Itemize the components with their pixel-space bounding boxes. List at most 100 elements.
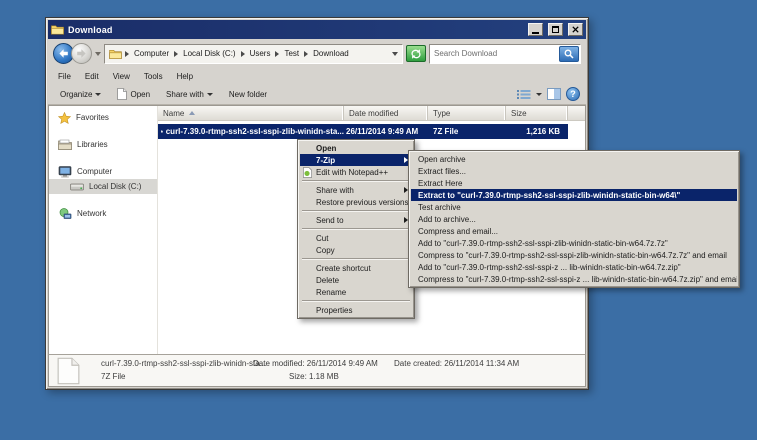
context-menu-item-rename[interactable]: Rename	[300, 286, 412, 298]
breadcrumb-segment-test[interactable]: Test	[282, 49, 301, 58]
menu-help[interactable]: Help	[171, 70, 201, 83]
new-folder-button[interactable]: New folder	[221, 87, 275, 102]
context-menu-item-properties[interactable]: Properties	[300, 304, 412, 316]
breadcrumb-separator-icon	[125, 51, 129, 57]
forward-arrow-icon	[76, 48, 87, 59]
submenu-item-add-to-zip[interactable]: Add to "curl-7.39.0-rtmp-ssh2-ssl-sspi-z…	[411, 261, 737, 273]
column-header-type[interactable]: Type	[428, 106, 506, 120]
context-menu-item-edit-with-notepadpp[interactable]: Edit with Notepad++	[300, 166, 412, 178]
submenu-item-compress-to-zip-and-email[interactable]: Compress to "curl-7.39.0-rtmp-ssh2-ssl-s…	[411, 273, 737, 285]
submenu-item-compress-and-email[interactable]: Compress and email...	[411, 225, 737, 237]
sidebar-item-network[interactable]: Network	[49, 206, 157, 221]
star-icon	[58, 112, 71, 124]
maximize-button[interactable]	[548, 23, 563, 36]
menu-edit[interactable]: Edit	[79, 70, 107, 83]
search-box	[429, 44, 581, 64]
titlebar[interactable]: Download	[48, 20, 586, 39]
submenu-item-extract-files[interactable]: Extract files...	[411, 165, 737, 177]
help-icon[interactable]: ?	[566, 87, 580, 101]
refresh-icon	[409, 48, 423, 60]
breadcrumb[interactable]: Computer Local Disk (C:) Users Test Down…	[104, 44, 403, 64]
preview-pane-icon[interactable]	[547, 88, 561, 100]
context-menu-item-send-to[interactable]: Send to	[300, 214, 412, 226]
menu-file[interactable]: File	[52, 70, 79, 83]
sidebar-label: Favorites	[76, 113, 109, 122]
open-button[interactable]: Open	[109, 85, 158, 103]
chevron-down-icon[interactable]	[536, 93, 542, 96]
submenu-item-open-archive[interactable]: Open archive	[411, 153, 737, 165]
details-file-name: curl-7.39.0-rtmp-ssh2-ssl-sspi-zlib-wini…	[101, 359, 266, 368]
back-arrow-icon	[58, 48, 69, 59]
breadcrumb-segment-local-disk[interactable]: Local Disk (C:)	[181, 49, 237, 58]
breadcrumb-segment-download[interactable]: Download	[311, 49, 351, 58]
menu-separator	[302, 210, 410, 212]
sidebar-item-libraries[interactable]: Libraries	[49, 137, 157, 152]
organize-label: Organize	[60, 90, 92, 99]
details-size: Size: 1.18 MB	[289, 372, 339, 381]
menu-tools[interactable]: Tools	[138, 70, 171, 83]
minimize-button[interactable]	[528, 23, 543, 36]
menu-bar: File Edit View Tools Help	[48, 68, 586, 84]
help-glyph: ?	[570, 89, 576, 99]
context-menu-item-copy[interactable]: Copy	[300, 244, 412, 256]
breadcrumb-separator-icon	[275, 51, 279, 57]
file-icon	[161, 126, 163, 137]
submenu-item-test-archive[interactable]: Test archive	[411, 201, 737, 213]
folder-icon	[109, 49, 122, 59]
menu-separator	[302, 180, 410, 182]
close-button[interactable]	[568, 23, 583, 36]
context-menu-item-open[interactable]: Open	[300, 142, 412, 154]
7zip-submenu: Open archive Extract files... Extract He…	[408, 150, 740, 288]
folder-icon	[51, 24, 64, 35]
history-dropdown-icon[interactable]	[95, 52, 101, 56]
details-date-created: Date created: 26/11/2014 11:34 AM	[394, 359, 519, 368]
search-button[interactable]	[559, 46, 579, 62]
open-label: Open	[130, 90, 150, 99]
column-header-date-modified[interactable]: Date modified	[344, 106, 428, 120]
search-input[interactable]	[431, 49, 559, 58]
details-pane: curl-7.39.0-rtmp-ssh2-ssl-sspi-zlib-wini…	[48, 354, 586, 387]
submenu-item-extract-here[interactable]: Extract Here	[411, 177, 737, 189]
file-date-cell: 26/11/2014 9:49 AM	[344, 127, 428, 136]
menu-view[interactable]: View	[107, 70, 138, 83]
column-header-name[interactable]: Name	[158, 106, 344, 120]
details-date-modified: Date modified: 26/11/2014 9:49 AM	[253, 359, 378, 368]
column-header-size[interactable]: Size	[506, 106, 568, 120]
forward-button[interactable]	[71, 43, 92, 64]
column-header-filler	[568, 106, 585, 120]
context-menu-item-delete[interactable]: Delete	[300, 274, 412, 286]
search-icon	[563, 48, 575, 60]
menu-separator	[302, 228, 410, 230]
breadcrumb-separator-icon	[241, 51, 245, 57]
libraries-icon	[58, 139, 72, 150]
organize-button[interactable]: Organize	[52, 87, 109, 102]
command-toolbar: Organize Open Share with New folder ?	[48, 84, 586, 105]
file-row-selected[interactable]: curl-7.39.0-rtmp-ssh2-ssl-sspi-zlib-wini…	[158, 124, 568, 139]
sidebar-item-local-disk-c[interactable]: Local Disk (C:)	[49, 179, 157, 194]
sidebar-label: Computer	[77, 167, 112, 176]
sidebar-item-favorites[interactable]: Favorites	[49, 110, 157, 125]
window-title: Download	[68, 25, 523, 35]
breadcrumb-segment-users[interactable]: Users	[248, 49, 273, 58]
breadcrumb-dropdown-icon[interactable]	[392, 52, 398, 56]
context-menu-item-share-with[interactable]: Share with	[300, 184, 412, 196]
context-menu-item-cut[interactable]: Cut	[300, 232, 412, 244]
refresh-button[interactable]	[406, 45, 426, 62]
breadcrumb-separator-icon	[304, 51, 308, 57]
context-menu-item-7zip[interactable]: 7-Zip	[300, 154, 412, 166]
context-menu-item-restore-previous-versions[interactable]: Restore previous versions	[300, 196, 412, 208]
file-type-cell: 7Z File	[428, 127, 506, 136]
notepad-plus-plus-icon	[302, 167, 313, 178]
submenu-item-add-to-7z[interactable]: Add to "curl-7.39.0-rtmp-ssh2-ssl-sspi-z…	[411, 237, 737, 249]
submenu-item-add-to-archive[interactable]: Add to archive...	[411, 213, 737, 225]
change-view-icon[interactable]	[517, 89, 531, 100]
share-with-button[interactable]: Share with	[158, 87, 221, 102]
submenu-item-compress-to-7z-and-email[interactable]: Compress to "curl-7.39.0-rtmp-ssh2-ssl-s…	[411, 249, 737, 261]
file-name-cell: curl-7.39.0-rtmp-ssh2-ssl-sspi-zlib-wini…	[158, 126, 344, 137]
breadcrumb-segment-computer[interactable]: Computer	[132, 49, 171, 58]
share-with-label: Share with	[166, 90, 204, 99]
submenu-item-extract-to-folder[interactable]: Extract to "curl-7.39.0-rtmp-ssh2-ssl-ss…	[411, 189, 737, 201]
toolbar-right-group: ?	[517, 87, 582, 101]
sidebar-item-computer[interactable]: Computer	[49, 164, 157, 179]
context-menu-item-create-shortcut[interactable]: Create shortcut	[300, 262, 412, 274]
